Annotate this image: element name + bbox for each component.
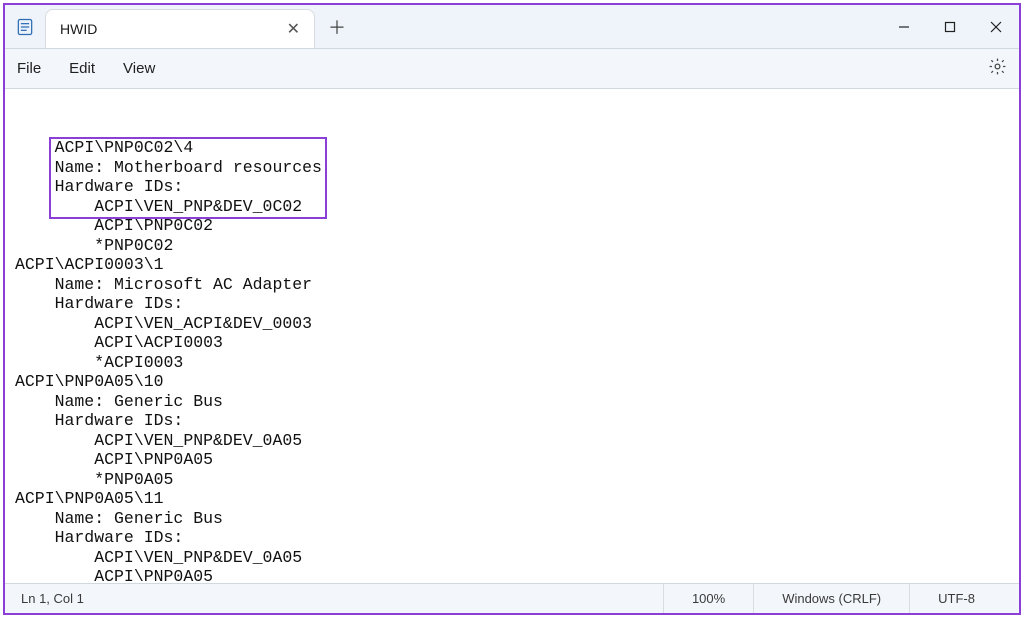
statusbar: Ln 1, Col 1 100% Windows (CRLF) UTF-8 <box>5 583 1019 613</box>
settings-gear-icon[interactable] <box>988 57 1007 80</box>
tab-title: HWID <box>60 21 97 37</box>
new-tab-button[interactable]: ＋ <box>315 5 359 48</box>
document-text: ACPI\PNP0C02\4 Name: Motherboard resourc… <box>15 138 322 583</box>
notepad-window: HWID ✕ ＋ File Edit View <box>3 3 1021 615</box>
menu-file[interactable]: File <box>17 60 41 77</box>
close-tab-icon[interactable]: ✕ <box>287 19 300 39</box>
text-editor-content[interactable]: ACPI\PNP0C02\4 Name: Motherboard resourc… <box>5 89 1019 583</box>
menu-view[interactable]: View <box>123 60 155 77</box>
tab-active[interactable]: HWID ✕ <box>45 9 315 48</box>
minimize-button[interactable] <box>881 5 927 48</box>
window-controls <box>881 5 1019 48</box>
status-encoding[interactable]: UTF-8 <box>909 584 1003 613</box>
menubar: File Edit View <box>5 49 1019 89</box>
menu-edit[interactable]: Edit <box>69 60 95 77</box>
close-window-button[interactable] <box>973 5 1019 48</box>
maximize-button[interactable] <box>927 5 973 48</box>
titlebar: HWID ✕ ＋ <box>5 5 1019 49</box>
app-icon <box>5 5 45 48</box>
status-line-ending[interactable]: Windows (CRLF) <box>753 584 909 613</box>
status-cursor-position: Ln 1, Col 1 <box>21 591 84 606</box>
status-zoom[interactable]: 100% <box>663 584 753 613</box>
